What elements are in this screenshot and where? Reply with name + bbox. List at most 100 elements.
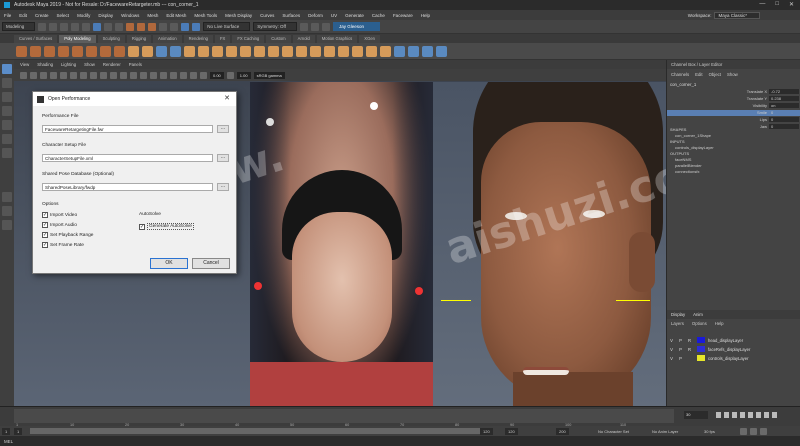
layer-name[interactable]: faceRefs_displayLayer — [708, 347, 750, 352]
attribute-value[interactable]: 0 — [769, 124, 799, 129]
maximize-button[interactable]: □ — [775, 1, 779, 8]
smooth-shade-icon[interactable] — [130, 71, 137, 79]
undo-icon[interactable] — [71, 22, 80, 31]
ok-button[interactable]: OK — [150, 258, 188, 269]
insert-edge-loop-icon[interactable] — [352, 45, 363, 57]
shared-pose-input[interactable]: SharedPoseLibrary/fwdp — [42, 183, 213, 191]
shelf-tab-rigging[interactable]: Rigging — [126, 34, 152, 43]
poly-plane-icon[interactable] — [86, 45, 97, 57]
import-audio-checkbox[interactable]: ✓ Import Audio — [42, 222, 77, 228]
attribute-value[interactable]: 0 — [769, 110, 799, 115]
corner-control-left[interactable] — [441, 300, 471, 301]
dialog-close-button[interactable]: ✕ — [224, 94, 230, 102]
field-chart-icon[interactable] — [100, 71, 107, 79]
attribute-row[interactable]: Lips 0 — [667, 117, 800, 123]
gate-mask-icon[interactable] — [90, 71, 97, 79]
menu-mesh-tools[interactable]: Mesh Tools — [194, 13, 217, 18]
layer-row[interactable]: V P controls_displayLayer — [667, 354, 800, 362]
layer-color-swatch[interactable] — [697, 337, 705, 343]
viewport-menu-view[interactable]: View — [20, 62, 29, 67]
layer-visibility-toggle[interactable]: V — [667, 356, 676, 361]
go-to-start-icon[interactable] — [716, 412, 721, 418]
separate-icon[interactable] — [170, 45, 181, 57]
attribute-value[interactable]: 0.238 — [769, 96, 799, 101]
bridge-icon[interactable] — [240, 45, 251, 57]
menu-deform[interactable]: Deform — [308, 13, 323, 18]
history-icon[interactable] — [170, 22, 179, 31]
bevel-icon[interactable] — [254, 45, 265, 57]
smooth-icon[interactable] — [184, 45, 195, 57]
layer-reference-toggle[interactable]: R — [685, 347, 694, 352]
step-forward-frame-icon[interactable] — [756, 412, 761, 418]
poly-torus-icon[interactable] — [72, 45, 83, 57]
menu-select[interactable]: Select — [57, 13, 70, 18]
key-icon[interactable] — [740, 428, 747, 435]
poly-cylinder-icon[interactable] — [44, 45, 55, 57]
layer-playback-toggle[interactable]: P — [676, 338, 685, 343]
layer-row[interactable]: V P R head_displayLayer — [667, 336, 800, 344]
two-d-pan-icon[interactable] — [50, 71, 57, 79]
layer-menu-layers[interactable]: Layers — [671, 321, 684, 326]
menu-mesh-display[interactable]: Mesh Display — [225, 13, 252, 18]
layer-menu-options[interactable]: Options — [692, 321, 707, 326]
attribute-row[interactable]: Translate X -0.72 — [667, 89, 800, 95]
isolate-select-icon[interactable] — [180, 71, 187, 79]
fill-hole-icon[interactable] — [268, 45, 279, 57]
shelf-tab-xgen[interactable]: XGen — [359, 34, 380, 43]
menu-mesh[interactable]: Mesh — [147, 13, 158, 18]
planar-map-icon[interactable] — [408, 45, 419, 57]
minimize-button[interactable]: — — [759, 1, 765, 8]
snap-grid-icon[interactable] — [126, 22, 135, 31]
workspace-dropdown[interactable]: Maya Classic* — [714, 11, 760, 19]
boolean-icon[interactable] — [198, 45, 209, 57]
shelf-tab-motion-graphics[interactable]: Motion Graphics — [316, 34, 358, 43]
exposure-field[interactable]: 0.00 — [210, 71, 224, 79]
lasso-tool-icon[interactable] — [2, 78, 12, 88]
bookmark-icon[interactable] — [30, 71, 37, 79]
anim-layer-dropdown[interactable]: No Anim Layer — [652, 429, 678, 434]
move-tool-icon[interactable] — [2, 106, 12, 116]
safe-action-icon[interactable] — [110, 71, 117, 79]
auto-key-icon[interactable] — [750, 428, 757, 435]
circularize-icon[interactable] — [380, 45, 391, 57]
menu-create[interactable]: Create — [35, 13, 49, 18]
automatic-map-icon[interactable] — [422, 45, 433, 57]
channel-menu-channels[interactable]: Channels — [671, 72, 689, 77]
poly-disc-icon[interactable] — [100, 45, 111, 57]
merge-icon[interactable] — [282, 45, 293, 57]
performance-file-browse-button[interactable]: ... — [217, 125, 229, 133]
attribute-row[interactable]: Visibility on — [667, 103, 800, 109]
textured-icon[interactable] — [140, 71, 147, 79]
user-account-button[interactable]: Jay Gleeson — [332, 22, 380, 31]
xray-joints-icon[interactable] — [200, 71, 207, 79]
scale-tool-icon[interactable] — [2, 134, 12, 144]
attribute-row[interactable]: Translate Y 0.238 — [667, 96, 800, 102]
live-surface-field[interactable]: No Live Surface — [203, 22, 251, 31]
viewport-menu-shading[interactable]: Shading — [37, 62, 53, 67]
preferences-icon[interactable] — [760, 428, 767, 435]
save-scene-icon[interactable] — [60, 22, 69, 31]
layer-row[interactable]: V P R faceRefs_displayLayer — [667, 345, 800, 353]
attribute-value[interactable]: -0.72 — [769, 89, 799, 94]
menu-file[interactable]: File — [4, 13, 11, 18]
channel-menu-object[interactable]: Object — [709, 72, 721, 77]
image-plane-icon[interactable] — [40, 71, 47, 79]
animation-end-2-field[interactable]: 200 — [556, 427, 569, 435]
rotate-tool-icon[interactable] — [2, 120, 12, 130]
shelf-tab-curves-surfaces[interactable]: Curves / Surfaces — [14, 34, 58, 43]
attribute-row-selected[interactable]: Smile 0 — [667, 110, 800, 116]
snap-curve-icon[interactable] — [137, 22, 146, 31]
menu-help[interactable]: Help — [421, 13, 430, 18]
character-setup-browse-button[interactable]: ... — [217, 154, 229, 162]
poly-cube-icon[interactable] — [30, 45, 41, 57]
viewport-menu-renderer[interactable]: Renderer — [103, 62, 121, 67]
current-frame-field[interactable]: 30 — [684, 411, 708, 419]
multi-cut-icon[interactable] — [296, 45, 307, 57]
camera-attributes-icon[interactable] — [20, 71, 27, 79]
connect-icon[interactable] — [324, 45, 335, 57]
input-node[interactable]: controls_displayLayer — [675, 145, 714, 150]
corner-control-right[interactable] — [616, 300, 650, 301]
poly-text-icon[interactable] — [142, 45, 153, 57]
fps-dropdown[interactable]: 30 fps — [704, 429, 715, 434]
time-slider-track[interactable] — [14, 409, 674, 423]
